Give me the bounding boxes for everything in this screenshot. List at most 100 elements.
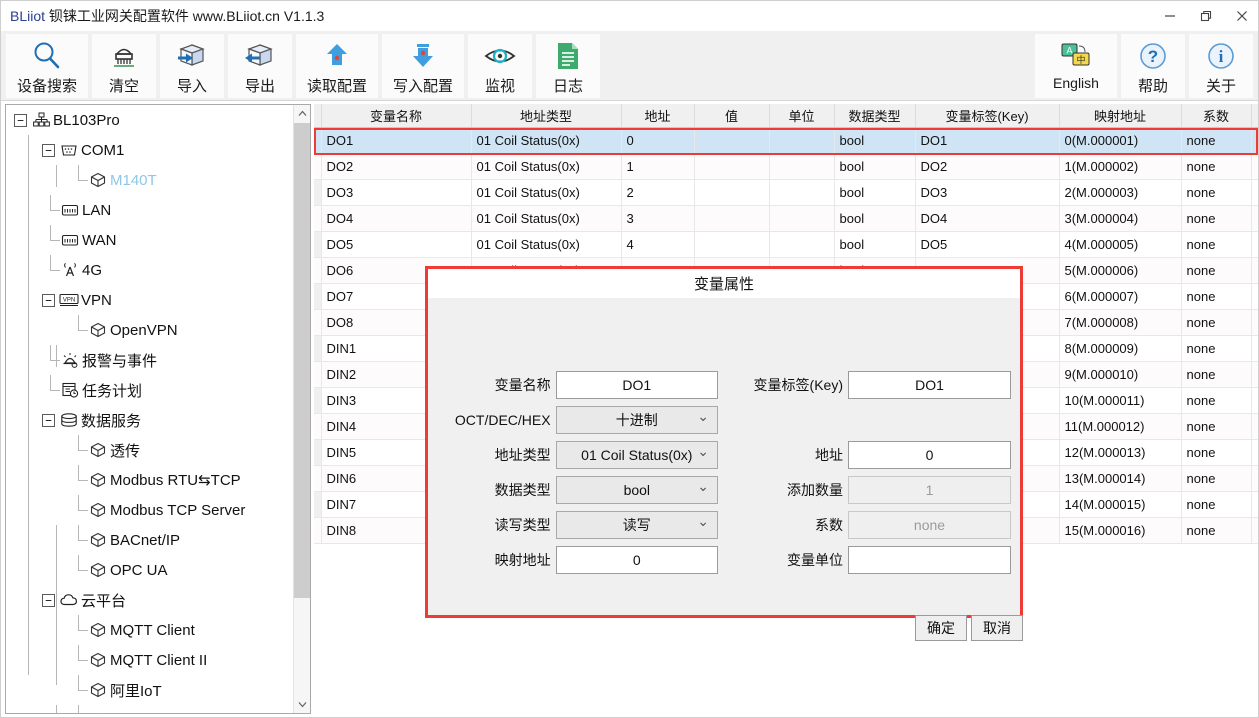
tree-expander-icon[interactable] xyxy=(42,293,55,307)
column-header-map-addr[interactable]: 映射地址 xyxy=(1059,104,1182,128)
tree-expander-icon[interactable] xyxy=(42,593,55,607)
cell-addr-type[interactable]: 01 Coil Status(0x) xyxy=(471,205,622,232)
tree-item-modbus-tcp-server[interactable]: Modbus TCP Server xyxy=(6,495,294,525)
read-config-button[interactable]: 读取配置 xyxy=(295,33,379,99)
cell-coef[interactable]: none xyxy=(1181,257,1252,284)
row-handle[interactable] xyxy=(314,439,322,466)
cell-map-addr[interactable]: 7(M.000008) xyxy=(1059,309,1182,336)
cell-map-addr[interactable]: 9(M.000010) xyxy=(1059,361,1182,388)
cell-address[interactable]: 1 xyxy=(621,153,695,180)
table-row[interactable]: DO1 01 Coil Status(0x) 0 bool DO1 0(M.000001)… xyxy=(314,127,1258,154)
cell-var-name[interactable]: DO4 xyxy=(321,205,472,232)
radix-select[interactable]: 十进制 xyxy=(555,406,718,434)
row-handle[interactable] xyxy=(314,283,322,310)
help-button[interactable]: ? 帮助 xyxy=(1120,33,1186,99)
column-header-var-name[interactable]: 变量名称 xyxy=(321,104,472,128)
cell-value[interactable] xyxy=(694,179,770,206)
cell-coef[interactable]: none xyxy=(1181,413,1252,440)
tree-item-[interactable]: 透传 xyxy=(6,435,294,465)
tree-item-[interactable]: 报警与事件 xyxy=(6,345,294,375)
write-config-button[interactable]: 写入配置 xyxy=(381,33,465,99)
tree-expander-icon[interactable] xyxy=(42,413,55,427)
cell-map-addr[interactable]: 2(M.000003) xyxy=(1059,179,1182,206)
export-button[interactable]: 导出 xyxy=(227,33,293,99)
cell-var-name[interactable]: DO2 xyxy=(321,153,472,180)
cell-coef[interactable]: none xyxy=(1181,361,1252,388)
about-button[interactable]: i 关于 xyxy=(1188,33,1254,99)
row-handle[interactable] xyxy=(314,153,322,180)
cell-unit[interactable] xyxy=(769,127,835,154)
tree-scrollbar[interactable] xyxy=(293,105,310,713)
row-handle[interactable] xyxy=(314,361,322,388)
tree-item-com1[interactable]: COM1 xyxy=(6,135,294,165)
cell-data-type[interactable]: bool xyxy=(834,231,916,258)
cell-data-type[interactable]: bool xyxy=(834,153,916,180)
import-button[interactable]: 导入 xyxy=(159,33,225,99)
log-button[interactable]: 日志 xyxy=(535,33,601,99)
column-header-value[interactable]: 值 xyxy=(694,104,770,128)
device-search-button[interactable]: 设备搜索 xyxy=(5,33,89,99)
cell-value[interactable] xyxy=(694,127,770,154)
language-button[interactable]: A 中 English xyxy=(1034,33,1118,99)
tree-item-opc-ua[interactable]: OPC UA xyxy=(6,555,294,585)
tree-item-partial[interactable] xyxy=(6,705,294,713)
column-header-unit[interactable]: 单位 xyxy=(769,104,835,128)
tree-expander-icon[interactable] xyxy=(14,113,27,127)
tree-item-bacnet-ip[interactable]: BACnet/IP xyxy=(6,525,294,555)
cell-value[interactable] xyxy=(694,153,770,180)
close-icon[interactable] xyxy=(1224,1,1258,31)
column-header-coef[interactable]: 系数 xyxy=(1181,104,1252,128)
cell-key[interactable]: DO4 xyxy=(915,205,1060,232)
row-handle[interactable] xyxy=(314,387,322,414)
cell-coef[interactable]: none xyxy=(1181,179,1252,206)
cell-unit[interactable] xyxy=(769,179,835,206)
row-handle[interactable] xyxy=(314,205,322,232)
cell-key[interactable]: DO2 xyxy=(915,153,1060,180)
clear-button[interactable]: 清空 xyxy=(91,33,157,99)
table-row[interactable]: DO4 01 Coil Status(0x) 3 bool DO4 3(M.000004)… xyxy=(314,205,1258,232)
row-handle[interactable] xyxy=(314,257,322,284)
cell-map-addr[interactable]: 11(M.000012) xyxy=(1059,413,1182,440)
cell-map-addr[interactable]: 3(M.000004) xyxy=(1059,205,1182,232)
cell-unit[interactable] xyxy=(769,205,835,232)
tree-item-[interactable]: 数据服务 xyxy=(6,405,294,435)
cell-coef[interactable]: none xyxy=(1181,491,1252,518)
tree-item-m140t[interactable]: M140T xyxy=(6,165,294,195)
cell-var-name[interactable]: DO5 xyxy=(321,231,472,258)
var-name-input[interactable]: DO1 xyxy=(555,371,718,399)
cell-coef[interactable]: none xyxy=(1181,127,1252,154)
cell-coef[interactable]: none xyxy=(1181,205,1252,232)
cell-var-name[interactable]: DO3 xyxy=(321,179,472,206)
row-handle[interactable] xyxy=(314,413,322,440)
cell-address[interactable]: 2 xyxy=(621,179,695,206)
tree-expander-icon[interactable] xyxy=(42,143,55,157)
tree-item-[interactable]: 任务计划 xyxy=(6,375,294,405)
cell-map-addr[interactable]: 8(M.000009) xyxy=(1059,335,1182,362)
tree-scroll-thumb[interactable] xyxy=(294,123,310,598)
scroll-up-icon[interactable] xyxy=(294,105,310,122)
tree-item-mqtt-client-ii[interactable]: MQTT Client II xyxy=(6,645,294,675)
cell-data-type[interactable]: bool xyxy=(834,127,916,154)
cell-key[interactable]: DO5 xyxy=(915,231,1060,258)
cell-coef[interactable]: none xyxy=(1181,153,1252,180)
column-header-addr-type[interactable]: 地址类型 xyxy=(471,104,622,128)
cell-unit[interactable] xyxy=(769,153,835,180)
cell-value[interactable] xyxy=(694,231,770,258)
cell-map-addr[interactable]: 1(M.000002) xyxy=(1059,153,1182,180)
monitor-button[interactable]: 监视 xyxy=(467,33,533,99)
cell-data-type[interactable]: bool xyxy=(834,179,916,206)
cell-coef[interactable]: none xyxy=(1181,283,1252,310)
cell-map-addr[interactable]: 0(M.000001) xyxy=(1059,127,1182,154)
ok-button[interactable]: 确定 xyxy=(915,615,967,641)
row-handle[interactable] xyxy=(314,491,322,518)
tree-item-iot[interactable]: 阿里IoT xyxy=(6,675,294,705)
data-type-select[interactable]: bool xyxy=(555,476,718,504)
row-handle[interactable] xyxy=(314,465,322,492)
row-handle[interactable] xyxy=(314,335,322,362)
cell-key[interactable]: DO3 xyxy=(915,179,1060,206)
row-handle[interactable] xyxy=(314,309,322,336)
minimize-icon[interactable] xyxy=(1152,1,1188,31)
table-row[interactable]: DO5 01 Coil Status(0x) 4 bool DO5 4(M.000005)… xyxy=(314,231,1258,258)
column-header-data-type[interactable]: 数据类型 xyxy=(834,104,916,128)
cell-map-addr[interactable]: 6(M.000007) xyxy=(1059,283,1182,310)
